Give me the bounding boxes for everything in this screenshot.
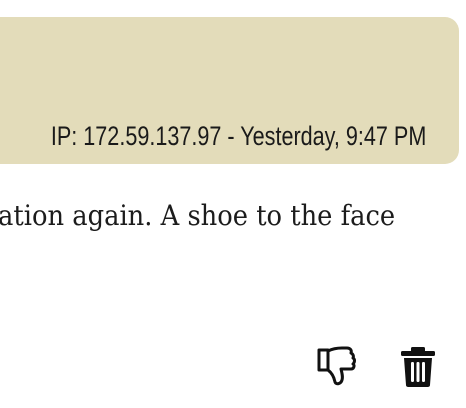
previous-message-bubble: IP: 172.59.137.97 - Yesterday, 9:47 PM <box>0 17 459 164</box>
message-text: ation again. A shoe to the face <box>0 199 396 232</box>
trash-icon[interactable] <box>398 346 438 388</box>
thumbs-down-icon[interactable] <box>316 345 356 387</box>
chat-page: IP: 172.59.137.97 - Yesterday, 9:47 PM a… <box>0 0 466 408</box>
message-meta: IP: 172.59.137.97 - Yesterday, 9:47 PM <box>50 121 426 151</box>
